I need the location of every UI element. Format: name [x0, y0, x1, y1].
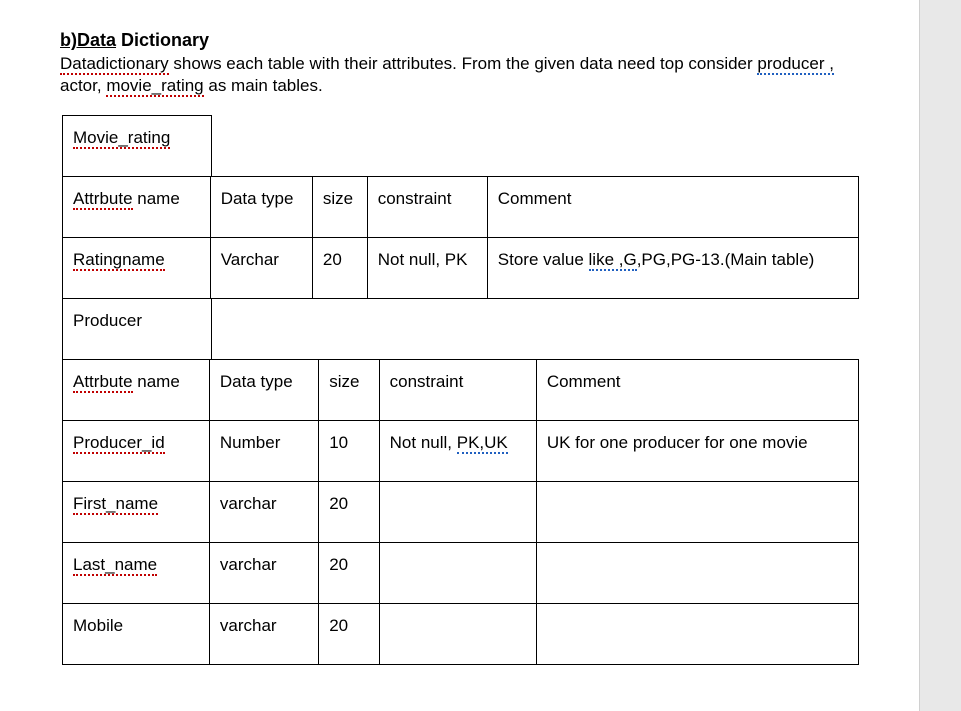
table-title: Producer [73, 311, 142, 330]
cell-text: PK,UK [457, 433, 508, 454]
cell-constraint: Not null, PK,UK [379, 421, 536, 482]
table-header-row: Attrbute name Data type size constraint … [63, 177, 859, 238]
header-text: name [133, 189, 180, 208]
cell-text: Last_name [73, 555, 157, 576]
table-title-cell: Producer [63, 299, 212, 360]
intro-text: as main tables. [204, 76, 323, 95]
cell-data-type: varchar [209, 604, 318, 665]
cell-text: like ,G [589, 250, 637, 271]
table-producer: Producer Attrbute name Data type size co… [60, 298, 859, 665]
cell-comment: UK for one producer for one movie [536, 421, 858, 482]
table-title-row: Movie_rating [63, 116, 212, 177]
intro-word-producer: producer , [757, 54, 834, 75]
table-row: First_name varchar 20 [63, 482, 859, 543]
cell-comment: Store value like ,G,PG,PG-13.(Main table… [487, 238, 858, 299]
cell-text: ,PG,PG-13.(Main table) [637, 250, 815, 269]
section-heading: b)Data Dictionary [60, 30, 859, 51]
cell-text: First_name [73, 494, 158, 515]
table-title: Movie_rating [73, 128, 170, 149]
cell-size: 20 [319, 482, 379, 543]
cell-data-type: varchar [209, 543, 318, 604]
table-row: Mobile varchar 20 [63, 604, 859, 665]
col-size: size [319, 360, 379, 421]
header-text: name [133, 372, 180, 391]
cell-constraint [379, 482, 536, 543]
col-data-type: Data type [209, 360, 318, 421]
cell-data-type: Number [209, 421, 318, 482]
data-dictionary-table: Attrbute name Data type size constraint … [62, 359, 859, 665]
intro-text: shows each table with their attributes. … [169, 54, 758, 73]
table-movie-rating: Movie_rating Attrbute name Data type siz… [60, 115, 859, 299]
table-row: Last_name varchar 20 [63, 543, 859, 604]
intro-paragraph: Datadictionary shows each table with the… [60, 53, 859, 97]
cell-text: Store value [498, 250, 589, 269]
cell-attribute-name: Producer_id [63, 421, 210, 482]
data-dictionary-table: Movie_rating [62, 115, 212, 177]
heading-prefix: b)Data [60, 30, 116, 50]
col-comment: Comment [487, 177, 858, 238]
cell-attribute-name: First_name [63, 482, 210, 543]
cell-comment [536, 543, 858, 604]
cell-attribute-name: Ratingname [63, 238, 211, 299]
header-text: Attrbute [73, 189, 133, 210]
data-dictionary-table: Attrbute name Data type size constraint … [62, 176, 859, 299]
cell-size: 20 [319, 543, 379, 604]
col-size: size [312, 177, 367, 238]
col-constraint: constraint [367, 177, 487, 238]
heading-suffix: Dictionary [116, 30, 209, 50]
cell-size: 20 [312, 238, 367, 299]
cell-text: Producer_id [73, 433, 165, 454]
table-header-row: Attrbute name Data type size constraint … [63, 360, 859, 421]
col-data-type: Data type [210, 177, 312, 238]
header-text: Attrbute [73, 372, 133, 393]
intro-word-movie-rating: movie_rating [106, 76, 203, 97]
col-constraint: constraint [379, 360, 536, 421]
data-dictionary-table: Producer [62, 298, 212, 360]
intro-text: actor, [60, 76, 106, 95]
table-row: Producer_id Number 10 Not null, PK,UK UK… [63, 421, 859, 482]
cell-text: Mobile [73, 616, 123, 635]
cell-attribute-name: Mobile [63, 604, 210, 665]
table-row: Ratingname Varchar 20 Not null, PK Store… [63, 238, 859, 299]
cell-size: 10 [319, 421, 379, 482]
cell-data-type: Varchar [210, 238, 312, 299]
table-title-row: Producer [63, 299, 212, 360]
col-attribute-name: Attrbute name [63, 360, 210, 421]
cell-size: 20 [319, 604, 379, 665]
col-attribute-name: Attrbute name [63, 177, 211, 238]
cell-constraint: Not null, PK [367, 238, 487, 299]
cell-attribute-name: Last_name [63, 543, 210, 604]
cell-constraint [379, 604, 536, 665]
cell-comment [536, 482, 858, 543]
table-title-cell: Movie_rating [63, 116, 212, 177]
col-comment: Comment [536, 360, 858, 421]
cell-data-type: varchar [209, 482, 318, 543]
document-page: b)Data Dictionary Datadictionary shows e… [0, 0, 920, 711]
cell-text: Not null, [390, 433, 457, 452]
cell-text: Ratingname [73, 250, 165, 271]
cell-comment [536, 604, 858, 665]
intro-word-datadictionary: Datadictionary [60, 54, 169, 75]
cell-constraint [379, 543, 536, 604]
